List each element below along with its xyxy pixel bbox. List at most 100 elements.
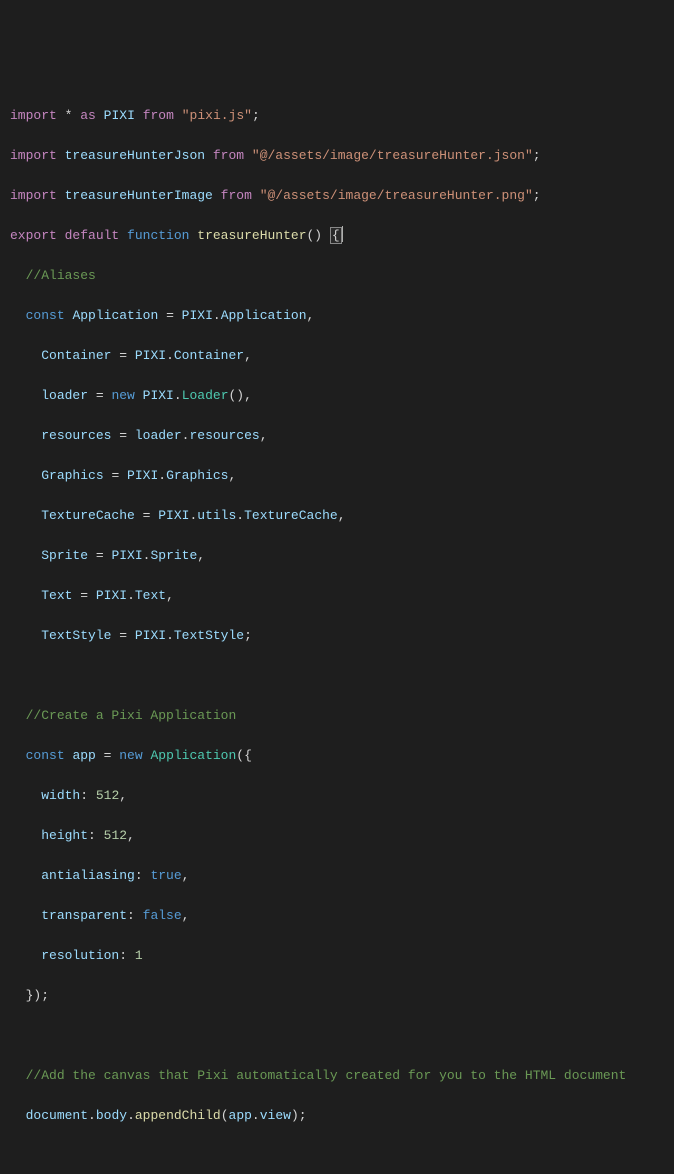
code-line: antialiasing: true, xyxy=(10,866,664,886)
property: Graphics xyxy=(166,468,228,483)
open-brace: ({ xyxy=(236,748,252,763)
identifier: treasureHunterJson xyxy=(65,148,205,163)
object-key: transparent xyxy=(41,908,127,923)
code-line: import treasureHunterJson from "@/assets… xyxy=(10,146,664,166)
equals: = xyxy=(88,548,111,563)
parens: () xyxy=(229,388,245,403)
text-cursor xyxy=(342,226,343,242)
comma: , xyxy=(166,588,174,603)
variable-name: TextureCache xyxy=(41,508,135,523)
constructor: Loader xyxy=(182,388,229,403)
number-literal: 512 xyxy=(96,788,119,803)
object-ref: PIXI xyxy=(135,348,166,363)
keyword-const: const xyxy=(26,748,65,763)
code-line: import treasureHunterImage from "@/asset… xyxy=(10,186,664,206)
code-line: Text = PIXI.Text, xyxy=(10,586,664,606)
code-editor[interactable]: import * as PIXI from "pixi.js"; import … xyxy=(10,86,664,1174)
comma: , xyxy=(244,388,252,403)
object-ref: PIXI xyxy=(127,468,158,483)
comment: //Add the canvas that Pixi automatically… xyxy=(26,1068,627,1083)
property: Container xyxy=(174,348,244,363)
variable-name: loader xyxy=(41,388,88,403)
code-line: TextureCache = PIXI.utils.TextureCache, xyxy=(10,506,664,526)
keyword-from: from xyxy=(213,148,244,163)
dot: . xyxy=(166,628,174,643)
dot: . xyxy=(158,468,166,483)
comma: , xyxy=(338,508,346,523)
code-line: export default function treasureHunter()… xyxy=(10,226,664,246)
keyword-as: as xyxy=(80,108,96,123)
variable-name: app xyxy=(72,748,95,763)
object-ref: loader xyxy=(135,428,182,443)
property: TextStyle xyxy=(174,628,244,643)
comma: , xyxy=(127,828,135,843)
number-literal: 512 xyxy=(104,828,127,843)
blank-line xyxy=(10,666,664,686)
comment: //Aliases xyxy=(26,268,96,283)
semicolon: ; xyxy=(533,148,541,163)
comma: , xyxy=(229,468,237,483)
boolean-literal: false xyxy=(143,908,182,923)
method-name: appendChild xyxy=(135,1108,221,1123)
equals: = xyxy=(104,468,127,483)
code-line: document.body.appendChild(app.view); xyxy=(10,1106,664,1126)
number-literal: 1 xyxy=(135,948,143,963)
keyword-import: import xyxy=(10,108,57,123)
object-ref: PIXI xyxy=(182,308,213,323)
boolean-literal: true xyxy=(150,868,181,883)
property: utils xyxy=(197,508,236,523)
string-literal: "pixi.js" xyxy=(182,108,252,123)
object-ref: PIXI xyxy=(158,508,189,523)
keyword-from: from xyxy=(143,108,174,123)
property: view xyxy=(260,1108,291,1123)
parens: () xyxy=(307,228,323,243)
keyword-const: const xyxy=(26,308,65,323)
identifier: treasureHunterImage xyxy=(65,188,213,203)
code-line: //Add the canvas that Pixi automatically… xyxy=(10,1066,664,1086)
blank-line xyxy=(10,1146,664,1166)
brace-open: { xyxy=(330,227,342,244)
property: resources xyxy=(189,428,259,443)
close-brace: }); xyxy=(26,988,49,1003)
comma: , xyxy=(260,428,268,443)
code-line: Sprite = PIXI.Sprite, xyxy=(10,546,664,566)
object-key: antialiasing xyxy=(41,868,135,883)
comma: , xyxy=(197,548,205,563)
string-literal: "@/assets/image/treasureHunter.png" xyxy=(260,188,533,203)
colon: : xyxy=(135,868,151,883)
variable-name: Container xyxy=(41,348,111,363)
code-line: //Create a Pixi Application xyxy=(10,706,664,726)
code-line: //Aliases xyxy=(10,266,664,286)
dot: . xyxy=(174,388,182,403)
keyword-export: export xyxy=(10,228,57,243)
dot: . xyxy=(127,588,135,603)
function-name: treasureHunter xyxy=(197,228,306,243)
variable-name: Graphics xyxy=(41,468,103,483)
dot: . xyxy=(88,1108,96,1123)
paren-open: ( xyxy=(221,1108,229,1123)
comma: , xyxy=(244,348,252,363)
code-line: transparent: false, xyxy=(10,906,664,926)
keyword-import: import xyxy=(10,148,57,163)
argument: app xyxy=(229,1108,252,1123)
code-line: width: 512, xyxy=(10,786,664,806)
variable-name: Text xyxy=(41,588,72,603)
code-line: loader = new PIXI.Loader(), xyxy=(10,386,664,406)
string-literal: "@/assets/image/treasureHunter.json" xyxy=(252,148,533,163)
variable-name: TextStyle xyxy=(41,628,111,643)
code-line: import * as PIXI from "pixi.js"; xyxy=(10,106,664,126)
equals: = xyxy=(135,508,158,523)
equals: = xyxy=(72,588,95,603)
code-line: height: 512, xyxy=(10,826,664,846)
object-ref: PIXI xyxy=(135,628,166,643)
star-token: * xyxy=(65,108,73,123)
property: Application xyxy=(221,308,307,323)
comma: , xyxy=(182,868,190,883)
blank-line xyxy=(10,1026,664,1046)
code-line: const app = new Application({ xyxy=(10,746,664,766)
colon: : xyxy=(127,908,143,923)
object-ref: PIXI xyxy=(96,588,127,603)
dot: . xyxy=(236,508,244,523)
object-ref: PIXI xyxy=(111,548,142,563)
semicolon: ; xyxy=(252,108,260,123)
